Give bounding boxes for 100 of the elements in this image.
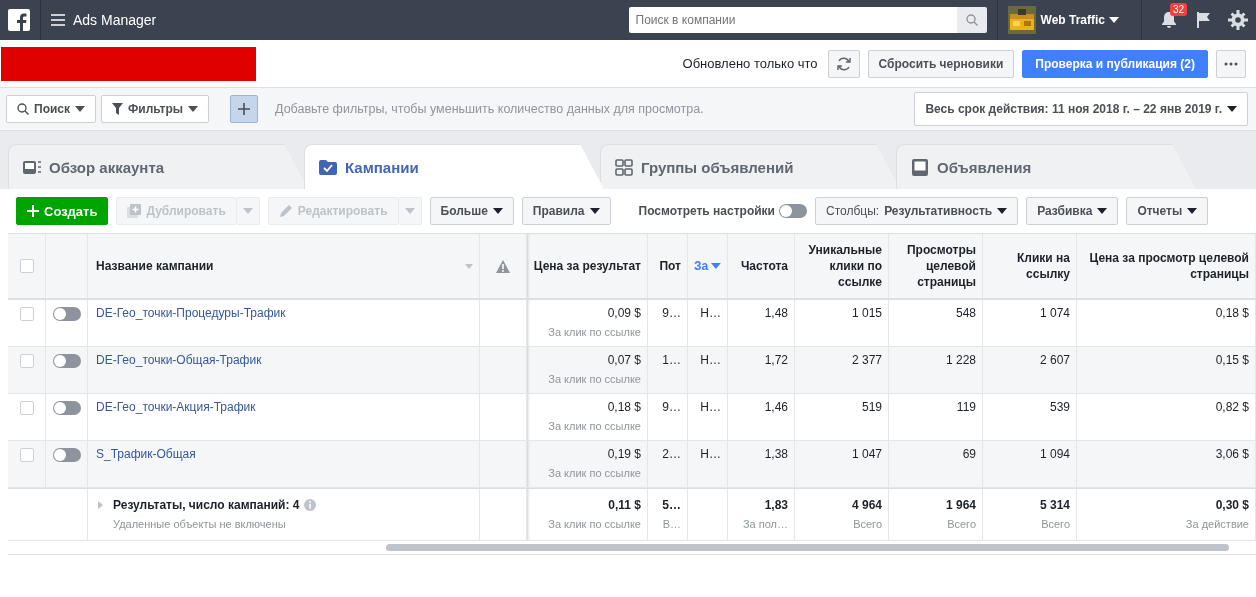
toggle-switch[interactable] — [52, 354, 81, 368]
table-cell: 69 — [962, 447, 976, 461]
discard-drafts-button[interactable]: Сбросить черновики — [867, 49, 1015, 78]
search-field[interactable]: Поиск в компании — [628, 7, 957, 33]
column-header[interactable]: Пот — [659, 258, 681, 274]
summary-cell: 5 314 — [1039, 498, 1070, 512]
table-cell: Н… — [700, 353, 721, 367]
table-cell: 2… — [662, 447, 681, 461]
table-cell: 1 094 — [1039, 447, 1070, 461]
table-cell: 119 — [956, 400, 976, 414]
caret-icon — [1187, 208, 1198, 214]
column-header[interactable]: Клики на ссылку — [989, 250, 1070, 282]
campaign-name-link[interactable]: DE-Гео_точки-Процедуры-Трафик — [96, 306, 286, 320]
row-checkbox[interactable] — [19, 448, 34, 462]
caret-icon — [1109, 17, 1119, 23]
search-button[interactable] — [956, 7, 987, 33]
cell-note: В… — [661, 518, 681, 530]
refresh-button[interactable] — [827, 49, 860, 78]
toggle-switch[interactable] — [52, 448, 81, 462]
funnel-icon — [112, 103, 123, 115]
row-checkbox[interactable] — [19, 354, 34, 368]
tab[interactable]: Кампании — [304, 144, 604, 189]
columns-button[interactable]: Столбцы: Результативность — [815, 197, 1019, 225]
column-header[interactable]: Частота — [740, 258, 788, 274]
campaign-name-link[interactable]: DE-Гео_точки-Акция-Трафик — [96, 400, 256, 414]
reports-button[interactable]: Отчеты — [1126, 197, 1209, 225]
table-cell: 0,07 $ — [607, 353, 641, 367]
publish-button[interactable]: Проверка и публикация (2) — [1022, 49, 1208, 78]
flag-icon — [1194, 11, 1212, 29]
table-cell: 9… — [662, 400, 681, 414]
table-cell: 1,46 — [764, 400, 788, 414]
table-cell: 2 607 — [1039, 353, 1070, 367]
date-range-button[interactable]: Весь срок действия: 11 ноя 2018 г. – 22 янв 2019 г. — [914, 92, 1248, 126]
folder-check-icon — [319, 158, 337, 176]
column-header[interactable]: Просмотры целевой страницы — [895, 242, 976, 290]
cell-note: За клик по ссылке — [547, 326, 641, 338]
summary-cell: 1,83 — [764, 498, 788, 512]
table-cell: 0,82 $ — [1215, 400, 1249, 414]
scrollbar-thumb[interactable] — [386, 544, 1229, 551]
table-cell: 539 — [1049, 400, 1070, 414]
toggle-switch[interactable] — [779, 204, 807, 218]
table-cell: Н… — [700, 306, 721, 320]
table-cell: 548 — [955, 306, 976, 320]
column-header[interactable]: Уникальные клики по ссылке — [801, 242, 882, 290]
rules-button[interactable]: Правила — [521, 197, 611, 225]
summary-title: Результаты, число кампаний: 4 — [113, 498, 300, 512]
caret-icon — [188, 106, 199, 112]
cell-note: За клик по ссылке — [547, 420, 641, 432]
table-cell: 0,19 $ — [607, 447, 641, 461]
cell-note: Всего — [946, 518, 976, 530]
campaign-name-link[interactable]: S_Трафик-Общая — [96, 447, 196, 461]
table-cell: 1… — [662, 353, 681, 367]
caret-icon — [997, 208, 1008, 214]
app-title: Ads Manager — [73, 12, 157, 28]
add-filter-button[interactable] — [230, 95, 259, 123]
grid-icon — [615, 158, 633, 176]
bell-icon — [1160, 11, 1178, 29]
table-cell: 3,06 $ — [1215, 447, 1249, 461]
ellipsis-icon — [1224, 61, 1238, 66]
table-cell: 519 — [861, 400, 882, 414]
table-cell: Н… — [700, 447, 721, 461]
table-cell: 9… — [662, 306, 681, 320]
more-options-button[interactable] — [1216, 49, 1246, 78]
table-cell: 1,48 — [764, 306, 788, 320]
filters-button[interactable]: Фильтры — [101, 95, 210, 123]
update-status: Обновлено только что — [682, 56, 818, 71]
campaign-name-link[interactable]: DE-Гео_точки-Общая-Трафик — [96, 353, 262, 367]
tab[interactable]: Объявления — [896, 144, 1196, 189]
column-header[interactable]: Название кампании — [96, 258, 214, 274]
row-checkbox[interactable] — [19, 401, 34, 415]
search-icon — [17, 103, 29, 115]
cell-note: За клик по ссылке — [547, 518, 641, 530]
menu-icon — [51, 14, 65, 26]
info-icon — [304, 499, 317, 511]
table-cell: 1,38 — [764, 447, 788, 461]
row-checkbox[interactable] — [19, 307, 34, 321]
column-header[interactable]: Цена за результат — [533, 258, 641, 274]
pencil-icon — [278, 204, 293, 218]
breakdown-button[interactable]: Разбивка — [1026, 197, 1119, 225]
expand-icon — [98, 501, 103, 509]
account-switcher[interactable]: Web Traffic — [1040, 13, 1119, 27]
caret-icon — [492, 208, 503, 214]
table-cell: 0,09 $ — [607, 306, 641, 320]
summary-cell: 0,11 $ — [608, 498, 641, 512]
facebook-logo-icon — [8, 9, 30, 31]
more-button[interactable]: Больше — [429, 197, 514, 225]
search-button[interactable]: Поиск — [6, 95, 96, 123]
notification-count: 32 — [1170, 3, 1188, 16]
caret-icon — [711, 263, 721, 269]
dashboard-icon — [23, 158, 41, 176]
table-cell: 1 228 — [945, 353, 976, 367]
cell-note: Всего — [852, 518, 882, 530]
table-cell: 1 074 — [1039, 306, 1070, 320]
toggle-switch[interactable] — [52, 401, 81, 415]
select-all-checkbox[interactable] — [19, 259, 34, 273]
view-settings-label: Посмотреть настройки — [638, 204, 775, 218]
summary-cell: 5… — [662, 498, 681, 512]
toggle-switch[interactable] — [52, 307, 81, 321]
column-header[interactable]: Цена за просмотр целевой страницы — [1083, 250, 1249, 282]
cell-note: За клик по ссылке — [547, 467, 641, 479]
